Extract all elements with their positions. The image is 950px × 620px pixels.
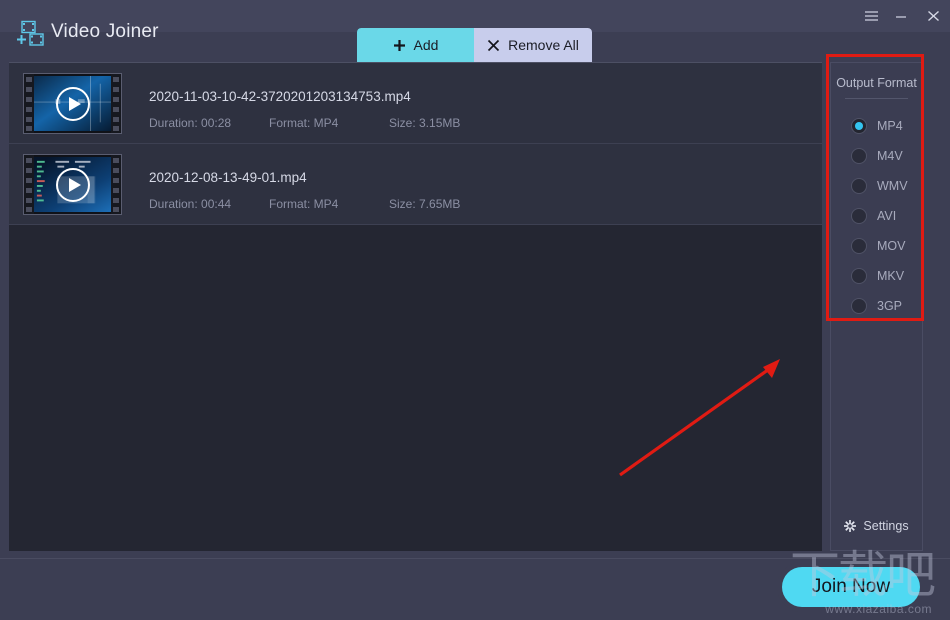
file-duration: Duration: 00:44: [149, 197, 232, 211]
video-thumbnail: [23, 73, 122, 134]
file-name: 2020-12-08-13-49-01.mp4: [149, 170, 307, 185]
file-list-panel[interactable]: 2020-11-03-10-42-3720201203134753.mp4 Du…: [9, 62, 822, 551]
plus-icon: [393, 39, 405, 51]
file-meta: Duration: 00:28 Format: MP4 Size: 3.15MB: [149, 116, 460, 130]
minimize-icon[interactable]: [886, 0, 916, 32]
file-name: 2020-11-03-10-42-3720201203134753.mp4: [149, 89, 411, 104]
close-icon[interactable]: [916, 0, 950, 32]
file-format: Format: MP4: [269, 116, 339, 130]
film-strip-right: [111, 155, 121, 214]
settings-label: Settings: [863, 519, 909, 533]
format-label: MKV: [877, 269, 905, 283]
format-label: MOV: [877, 239, 906, 253]
play-icon: [55, 167, 90, 202]
radio-icon[interactable]: [851, 178, 867, 194]
gear-icon: [844, 520, 857, 532]
format-option-mov[interactable]: MOV: [831, 231, 922, 261]
output-format-panel: Output Format MP4 M4V WMV AVI MOV MKV 3G…: [830, 62, 923, 551]
film-strip-right: [111, 74, 121, 133]
file-meta: Duration: 00:44 Format: MP4 Size: 7.65MB: [149, 197, 460, 211]
add-button[interactable]: Add: [357, 28, 474, 62]
play-icon: [55, 86, 90, 121]
radio-icon[interactable]: [851, 118, 867, 134]
format-option-m4v[interactable]: M4V: [831, 141, 922, 171]
bottom-bar: Output folder: D:/tools/桌面/下载吧/Video Joi…: [0, 558, 950, 620]
join-now-button[interactable]: Join Now: [782, 567, 920, 607]
film-strip-left: [24, 155, 34, 214]
radio-icon[interactable]: [851, 208, 867, 224]
format-option-avi[interactable]: AVI: [831, 201, 922, 231]
output-format-title: Output Format: [836, 76, 917, 90]
toolbar: Add Remove All: [357, 28, 592, 62]
film-plus-icon: [17, 20, 44, 46]
radio-icon[interactable]: [851, 298, 867, 314]
cross-icon: [487, 39, 500, 51]
format-option-mp4[interactable]: MP4: [831, 111, 922, 141]
file-size: Size: 7.65MB: [389, 197, 461, 211]
format-label: M4V: [877, 149, 903, 163]
table-row[interactable]: 2020-11-03-10-42-3720201203134753.mp4 Du…: [9, 63, 822, 144]
format-label: AVI: [877, 209, 897, 223]
radio-icon[interactable]: [851, 268, 867, 284]
file-duration: Duration: 00:28: [149, 116, 232, 130]
remove-all-button-label: Remove All: [508, 37, 579, 53]
file-format: Format: MP4: [269, 197, 339, 211]
window-controls: [856, 0, 950, 32]
format-label: 3GP: [877, 299, 903, 313]
add-button-label: Add: [413, 37, 439, 53]
film-strip-left: [24, 74, 34, 133]
video-joiner-window: Video Joiner Add Remove All 2020-11-03-1…: [0, 0, 950, 620]
radio-icon[interactable]: [851, 238, 867, 254]
radio-icon[interactable]: [851, 148, 867, 164]
format-option-wmv[interactable]: WMV: [831, 171, 922, 201]
hamburger-menu-icon[interactable]: [856, 0, 886, 32]
settings-button[interactable]: Settings: [831, 519, 922, 533]
format-label: WMV: [877, 179, 908, 193]
format-option-mkv[interactable]: MKV: [831, 261, 922, 291]
format-label: MP4: [877, 119, 903, 133]
app-title: Video Joiner: [51, 21, 159, 42]
format-option-3gp[interactable]: 3GP: [831, 291, 922, 321]
divider: [845, 98, 908, 99]
video-thumbnail: [23, 154, 122, 215]
file-size: Size: 3.15MB: [389, 116, 461, 130]
remove-all-button[interactable]: Remove All: [474, 28, 592, 62]
format-radio-group: MP4 M4V WMV AVI MOV MKV 3GP: [831, 111, 922, 321]
table-row[interactable]: 2020-12-08-13-49-01.mp4 Duration: 00:44 …: [9, 144, 822, 225]
